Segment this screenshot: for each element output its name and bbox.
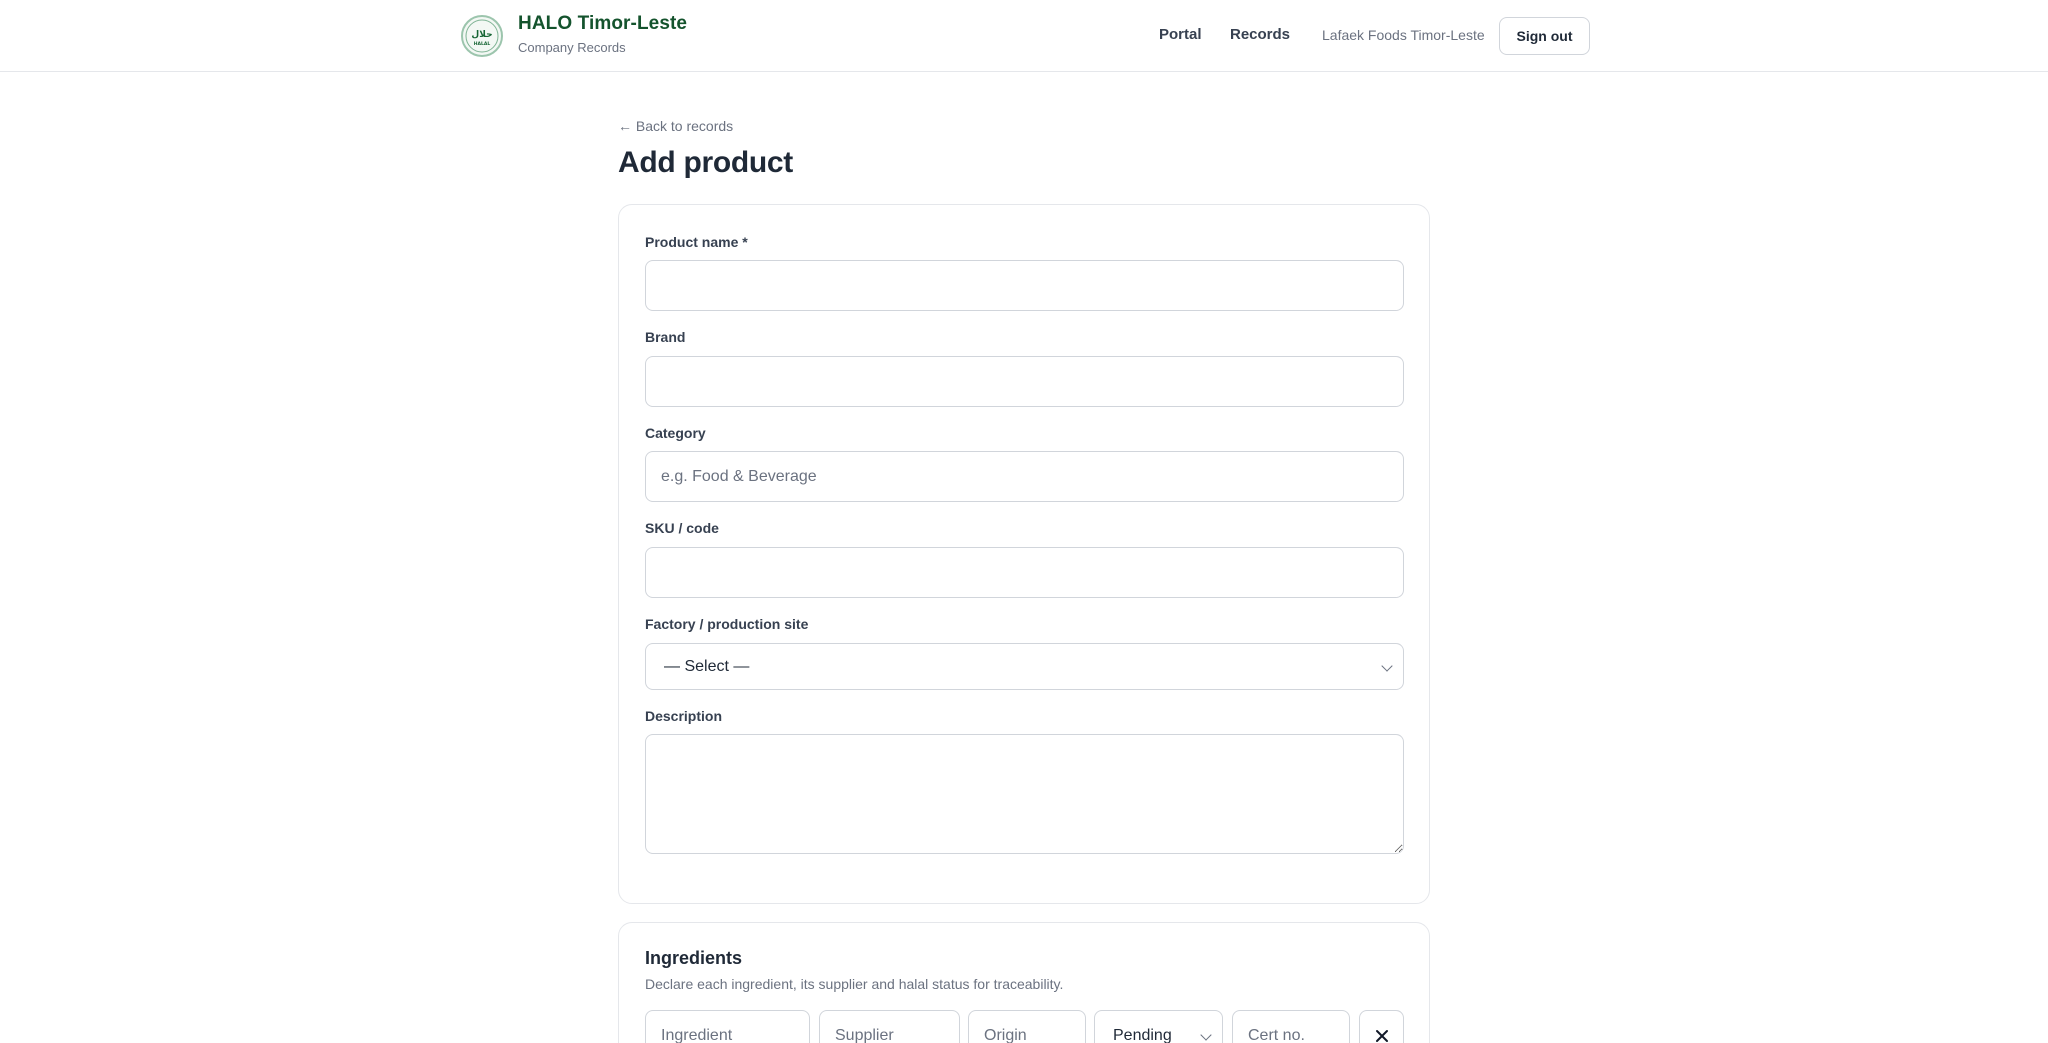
ingredient-name-input[interactable] — [645, 1010, 810, 1043]
factory-select-value: — Select — — [664, 657, 750, 675]
ingredients-card: Ingredients Declare each ingredient, its… — [618, 922, 1430, 1043]
brand-input[interactable] — [645, 356, 1404, 407]
ingredients-title: Ingredients — [645, 948, 743, 968]
product-form-card: Product name * Brand Category SKU / code… — [618, 204, 1430, 904]
category-input[interactable] — [645, 451, 1404, 502]
sku-input[interactable] — [645, 547, 1404, 598]
description-textarea[interactable] — [645, 734, 1404, 854]
product-name-input[interactable] — [645, 260, 1404, 311]
ingredient-supplier-input[interactable] — [819, 1010, 960, 1043]
chevron-down-icon — [1200, 1029, 1212, 1041]
back-to-records-link[interactable]: ← Back to records — [618, 118, 733, 134]
ingredient-origin-input[interactable] — [968, 1010, 1086, 1043]
factory-select[interactable]: — Select — — [645, 643, 1404, 690]
ingredient-cert-input[interactable] — [1232, 1010, 1350, 1043]
category-label: Category — [645, 425, 706, 441]
page-title: Add product — [618, 146, 794, 179]
svg-text:HALAL: HALAL — [474, 41, 491, 47]
nav-link-portal[interactable]: Portal — [1159, 26, 1202, 43]
factory-label: Factory / production site — [645, 616, 809, 632]
sign-out-button[interactable]: Sign out — [1499, 17, 1590, 55]
product-name-label: Product name * — [645, 234, 748, 250]
brand-label: Brand — [645, 329, 686, 345]
remove-ingredient-button[interactable] — [1359, 1010, 1404, 1043]
ingredient-status-select[interactable]: Pending — [1094, 1010, 1223, 1043]
nav-link-records[interactable]: Records — [1230, 26, 1290, 43]
app-title: HALO Timor-Leste — [518, 13, 688, 34]
halal-seal-icon[interactable]: حلال HALAL — [461, 15, 503, 57]
close-icon — [1375, 1029, 1388, 1042]
description-label: Description — [645, 708, 723, 724]
chevron-down-icon — [1381, 660, 1393, 672]
ingredient-status-value: Pending — [1113, 1026, 1172, 1043]
ingredients-subtitle: Declare each ingredient, its supplier an… — [645, 976, 1064, 992]
svg-text:حلال: حلال — [471, 30, 492, 40]
sku-label: SKU / code — [645, 520, 719, 536]
top-navigation-bar: حلال HALAL HALO Timor-Leste Company Reco… — [0, 0, 2048, 72]
company-name: Lafaek Foods Timor-Leste — [1322, 27, 1485, 43]
app-subtitle: Company Records — [518, 40, 626, 55]
